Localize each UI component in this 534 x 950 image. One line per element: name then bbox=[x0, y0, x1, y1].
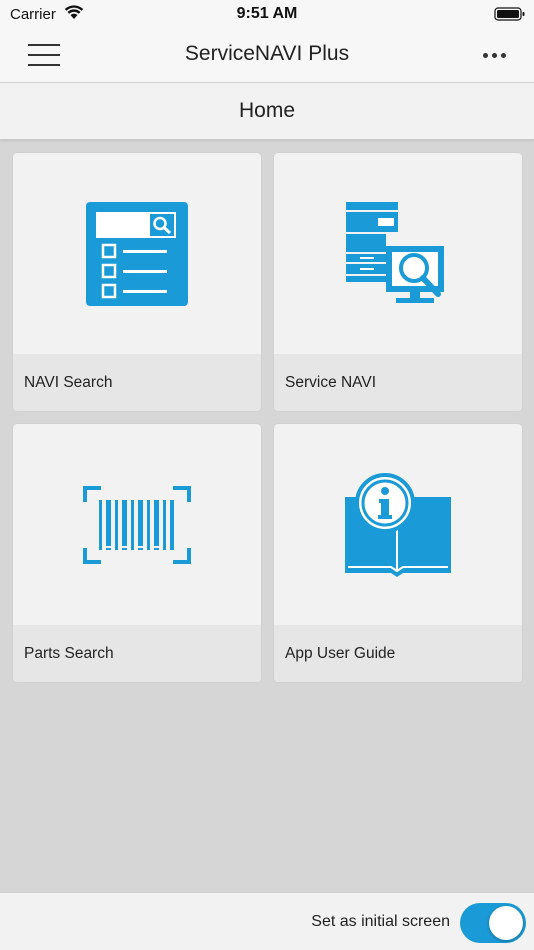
nav-bar: ServiceNAVI Plus bbox=[0, 28, 534, 83]
ellipsis-icon bbox=[482, 52, 488, 58]
navi-search-tile[interactable]: NAVI Search bbox=[13, 153, 261, 411]
service-navi-tile[interactable]: Service NAVI bbox=[274, 153, 522, 411]
bottom-bar: Set as initial screen bbox=[0, 892, 534, 950]
clock-label: 9:51 AM bbox=[236, 5, 298, 22]
more-options-button[interactable] bbox=[476, 40, 512, 70]
initial-screen-label: Set as initial screen bbox=[311, 913, 450, 930]
status-bar: Carrier 9:51 AM bbox=[0, 0, 534, 28]
initial-screen-toggle[interactable] bbox=[460, 903, 526, 943]
book-info-icon bbox=[345, 472, 451, 577]
barcode-scan-icon bbox=[83, 485, 191, 564]
tile-label: Parts Search bbox=[24, 645, 114, 662]
toggle-knob bbox=[489, 906, 523, 940]
battery-icon bbox=[494, 6, 526, 27]
tile-label: App User Guide bbox=[285, 645, 396, 662]
parts-search-tile[interactable]: Parts Search bbox=[13, 424, 261, 682]
page-header: Home bbox=[0, 83, 534, 140]
app-user-guide-tile[interactable]: App User Guide bbox=[274, 424, 522, 682]
search-list-icon bbox=[86, 201, 188, 306]
page-title: Home bbox=[238, 99, 296, 122]
tile-label: NAVI Search bbox=[24, 374, 113, 391]
tile-label: Service NAVI bbox=[285, 374, 377, 391]
app-title: ServiceNAVI Plus bbox=[184, 42, 350, 65]
printer-monitor-search-icon bbox=[346, 201, 444, 303]
